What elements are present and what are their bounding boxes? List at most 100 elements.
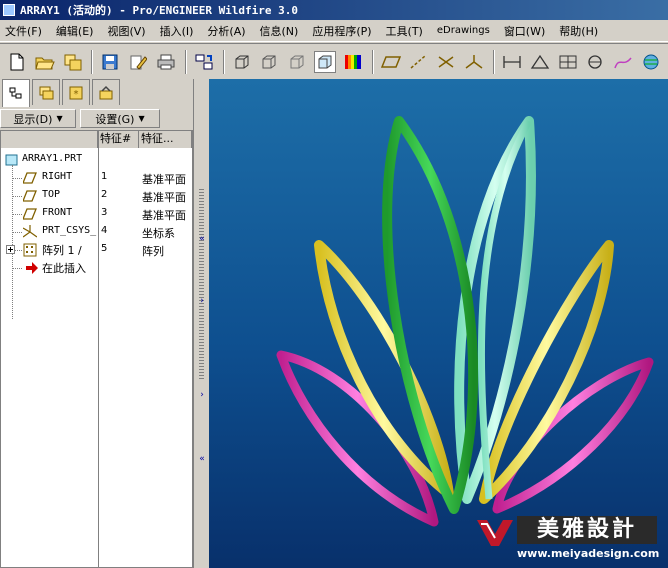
datum-point-icon[interactable] — [435, 51, 457, 73]
expand-arrow-icon[interactable]: › — [197, 390, 207, 400]
tree-row-type: 阵列 — [142, 245, 164, 258]
tree-connector — [12, 268, 22, 269]
tree-header-name[interactable] — [1, 131, 98, 148]
show-dropdown[interactable]: 显示(D) ▼ — [0, 109, 76, 128]
tree-row[interactable]: RIGHT 1 基准平面 — [1, 169, 192, 187]
tree-row-name: FRONT — [42, 207, 73, 218]
menu-view[interactable]: 视图(V) — [107, 23, 145, 39]
tree-root-label: ARRAY1.PRT — [22, 153, 83, 164]
csys-icon — [23, 225, 37, 238]
tree-toolbar: 显示(D) ▼ 设置(G) ▼ — [0, 109, 193, 129]
new-file-icon[interactable] — [6, 51, 28, 73]
model-tree-panel: * 显示(D) ▼ 设置(G) ▼ 特征# 特征... ARRAY1.PRT R… — [0, 79, 193, 568]
menu-edrawings[interactable]: eDrawings — [437, 25, 490, 36]
svg-text:*: * — [74, 89, 79, 100]
tree-row-num: 4 — [101, 225, 108, 236]
tree-row-name: 在此插入 — [42, 262, 86, 275]
section-icon[interactable] — [557, 51, 579, 73]
graphics-viewport[interactable]: 美雅設計 www.meiyadesign.com — [209, 79, 668, 568]
tree-row-num: 5 — [101, 243, 108, 254]
settings-dropdown[interactable]: 设置(G) ▼ — [80, 109, 160, 128]
menu-help[interactable]: 帮助(H) — [559, 23, 598, 39]
tree-connector — [12, 232, 22, 233]
tree-row-num: 2 — [101, 189, 108, 200]
datum-axis-icon[interactable] — [408, 51, 430, 73]
tree-connector — [12, 214, 22, 215]
tree-row-insert-here[interactable]: 在此插入 — [1, 259, 192, 277]
model-tree-tab[interactable] — [2, 79, 30, 107]
datum-plane-icon — [23, 208, 37, 220]
show-dropdown-label: 显示(D) — [13, 112, 53, 126]
main-toolbar — [0, 43, 668, 79]
regenerate-icon[interactable] — [193, 51, 215, 73]
insert-here-arrow-icon — [26, 262, 38, 274]
tree-row-name: 阵列 1 / — [42, 244, 82, 257]
hidden-line-icon[interactable] — [259, 51, 281, 73]
datum-plane-icon[interactable] — [380, 51, 402, 73]
favorites-tab[interactable]: * — [62, 79, 90, 105]
expand-arrow-icon[interactable]: › — [197, 296, 207, 306]
measure-distance-icon[interactable] — [501, 51, 523, 73]
menu-window[interactable]: 窗口(W) — [504, 23, 545, 39]
edit-icon[interactable] — [127, 51, 149, 73]
open-folder-icon[interactable] — [34, 51, 56, 73]
globe-icon[interactable] — [640, 51, 662, 73]
app-icon — [3, 4, 15, 16]
mass-props-icon[interactable] — [584, 51, 606, 73]
watermark-title: 美雅設計 — [517, 516, 657, 544]
menu-edit[interactable]: 编辑(E) — [56, 23, 94, 39]
window-title: ARRAY1 (活动的) - Pro/ENGINEER Wildfire 3.0 — [20, 4, 299, 17]
title-bar: ARRAY1 (活动的) - Pro/ENGINEER Wildfire 3.0 — [0, 0, 668, 20]
tree-row[interactable]: TOP 2 基准平面 — [1, 187, 192, 205]
no-hidden-icon[interactable] — [286, 51, 308, 73]
panel-splitter[interactable]: « › › « — [193, 79, 209, 568]
menu-file[interactable]: 文件(F) — [5, 23, 42, 39]
toolbar-separator — [184, 49, 187, 74]
datum-plane-icon — [23, 190, 37, 202]
splitter-grip[interactable] — [199, 189, 204, 379]
menu-analysis[interactable]: 分析(A) — [207, 23, 245, 39]
tree-row-name: TOP — [42, 189, 61, 200]
tree-header-feature-type[interactable]: 特征... — [139, 131, 192, 148]
sketch-icon[interactable] — [612, 51, 634, 73]
model-tree: 特征# 特征... ARRAY1.PRT RIGHT 1 基准平面 TOP 2 … — [0, 130, 193, 568]
save-icon[interactable] — [99, 51, 121, 73]
tree-row-name: RIGHT — [42, 171, 73, 182]
tree-row-type: 基准平面 — [142, 191, 186, 204]
toolbar-separator — [371, 49, 374, 74]
shaded-icon[interactable] — [314, 50, 336, 73]
tree-header: 特征# 特征... — [1, 131, 192, 148]
wireframe-icon[interactable] — [231, 51, 253, 73]
collapse-arrow-icon[interactable]: « — [197, 234, 207, 244]
csys-icon[interactable] — [463, 51, 485, 73]
measure-angle-icon[interactable] — [529, 51, 551, 73]
print-icon[interactable] — [155, 51, 177, 73]
tree-row[interactable]: FRONT 3 基准平面 — [1, 205, 192, 223]
expand-plus-icon[interactable] — [6, 245, 20, 259]
open-multiple-icon[interactable] — [62, 51, 84, 73]
appearance-icon[interactable] — [342, 51, 364, 73]
settings-dropdown-label: 设置(G) — [95, 112, 135, 126]
tree-row-num: 3 — [101, 207, 108, 218]
tools-tab[interactable] — [92, 79, 120, 105]
toolbar-separator — [222, 49, 225, 74]
tree-connector — [15, 250, 22, 251]
chevron-down-icon: ▼ — [56, 114, 63, 123]
menu-tools[interactable]: 工具(T) — [386, 23, 423, 39]
tree-row[interactable]: PRT_CSYS_ 4 坐标系 — [1, 223, 192, 241]
layer-tab[interactable] — [32, 79, 60, 105]
navigator-tabs: * — [2, 79, 122, 107]
toolbar-separator — [493, 49, 496, 74]
lotus-pattern-model — [276, 116, 654, 527]
tree-row-num: 1 — [101, 171, 108, 182]
menu-insert[interactable]: 插入(I) — [160, 23, 194, 39]
tree-row-type: 基准平面 — [142, 173, 186, 186]
tree-root[interactable]: ARRAY1.PRT — [1, 151, 192, 169]
tree-header-feature-num[interactable]: 特征# — [98, 131, 139, 148]
tree-row-name: PRT_CSYS_ — [42, 225, 97, 236]
collapse-arrow-icon[interactable]: « — [197, 454, 207, 464]
menu-applications[interactable]: 应用程序(P) — [312, 23, 371, 39]
tree-row[interactable]: 阵列 1 / 5 阵列 — [1, 241, 192, 259]
menu-info[interactable]: 信息(N) — [260, 23, 299, 39]
tree-row-type: 基准平面 — [142, 209, 186, 222]
